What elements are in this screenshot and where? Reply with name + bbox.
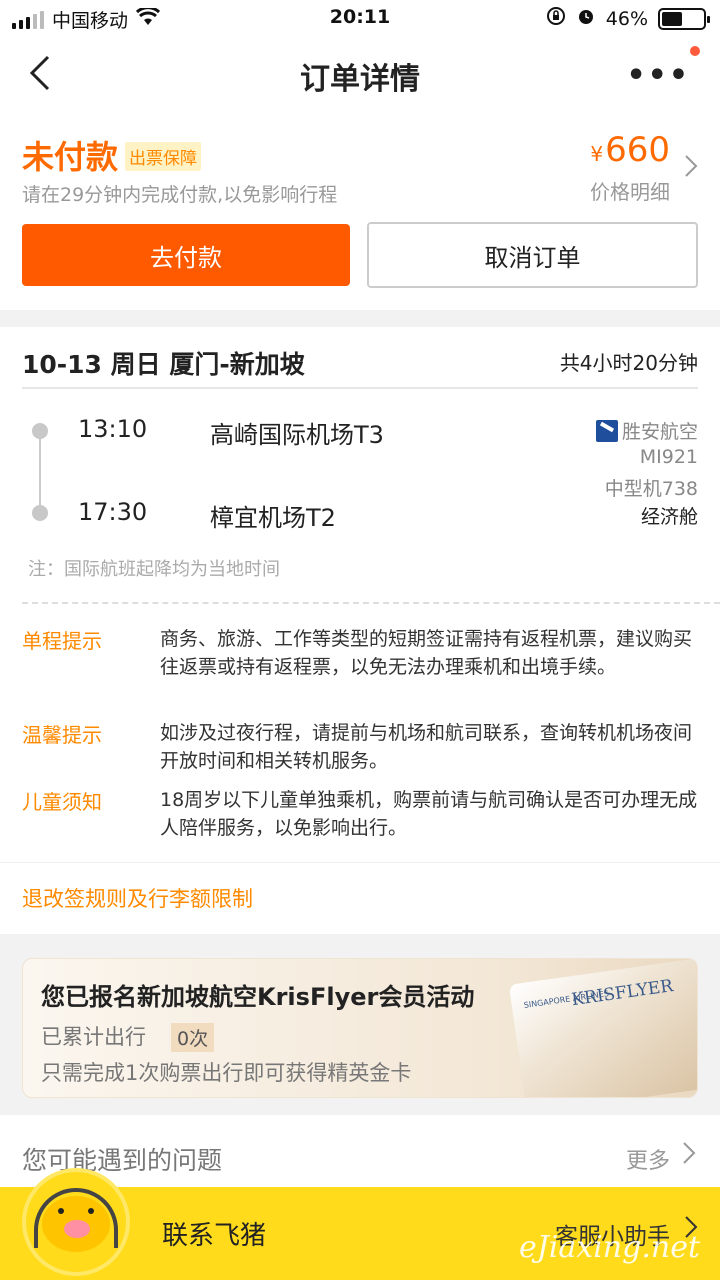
flight-card: 10-13 周日 厦门-新加坡 共4小时20分钟 13:10 高崎国际机场T3 … (0, 327, 720, 862)
tip-label: 温馨提示 (22, 723, 102, 747)
krisflyer-heading: 您已报名新加坡航空KrisFlyer会员活动 (41, 983, 475, 1011)
contact-fliggy-label[interactable]: 联系飞猪 (162, 1215, 266, 1252)
cabin-class: 经济舱 (640, 506, 698, 528)
krisflyer-banner[interactable]: SINGAPORE AIRLINES KRISFLYER 您已报名新加坡航空Kr… (22, 958, 698, 1098)
flight-duration: 共4小时20分钟 (559, 351, 698, 375)
local-time-note: 注：国际航班起降均为当地时间 (28, 559, 280, 580)
krisflyer-card-image: SINGAPORE AIRLINES KRISFLYER (508, 959, 697, 1097)
faq-more-link[interactable]: 更多 (626, 1143, 670, 1175)
tip-text: 18周岁以下儿童单独乘机，购票前请与航司确认是否可办理无成人陪伴服务，以免影响出… (160, 789, 698, 839)
cancel-order-button[interactable]: 取消订单 (367, 222, 698, 288)
dashed-divider (22, 602, 720, 604)
airline-logo-icon (595, 419, 618, 442)
more-icon[interactable]: ••• (626, 58, 690, 93)
battery-icon (658, 7, 710, 30)
arrive-dot (32, 505, 48, 521)
pay-button[interactable]: 去付款 (22, 224, 350, 286)
price-value: 660 (605, 130, 670, 170)
card-brand-text: KRISFLYER (570, 976, 675, 1011)
trips-label: 已累计出行 (41, 1025, 146, 1049)
arrive-airport: 樟宜机场T2 (210, 504, 336, 532)
status-bar: 中国移动 20:11 46% (0, 0, 720, 36)
battery-percent: 46% (605, 7, 648, 30)
faq-title: 您可能遇到的问题 (22, 1146, 223, 1175)
timeline-line (39, 432, 41, 514)
order-price[interactable]: ¥660 (590, 130, 670, 170)
rules-row[interactable]: 退改签规则及行李额限制 (0, 862, 720, 934)
alarm-icon (576, 6, 596, 31)
tip-label: 单程提示 (22, 629, 102, 653)
currency-symbol: ¥ (590, 142, 604, 166)
divider (22, 387, 698, 389)
airline-name: 胜安航空 (621, 421, 698, 443)
payment-section: 未付款 出票保障 请在29分钟内完成付款,以免影响行程 ¥660 价格明细 去付… (0, 110, 720, 310)
tip-label: 儿童须知 (22, 790, 102, 814)
airline: 胜安航空 (595, 417, 698, 444)
depart-airport: 高崎国际机场T3 (210, 421, 384, 449)
trips-count: 0次 (171, 1023, 215, 1052)
payment-hint: 请在29分钟内完成付款,以免影响行程 (22, 184, 338, 206)
order-status: 未付款 (22, 138, 119, 176)
headset-icon (34, 1188, 118, 1248)
tip-text: 如涉及过夜行程，请提前与机场和航司联系，查询转机机场夜间开放时间和相关转机服务。 (160, 722, 693, 772)
notification-dot (690, 46, 700, 56)
flight-number: MI921 (639, 446, 698, 468)
fliggy-pig-avatar-icon[interactable] (22, 1168, 130, 1276)
arrive-time: 17:30 (78, 498, 148, 526)
status-right: 46% (546, 6, 710, 31)
chevron-right-icon[interactable] (684, 154, 698, 185)
price-detail-link[interactable]: 价格明细 (590, 176, 670, 205)
rotation-lock-icon (546, 6, 566, 31)
aircraft-type: 中型机738 (604, 478, 698, 500)
ticket-guarantee-badge: 出票保障 (125, 142, 201, 171)
page-title: 订单详情 (300, 62, 420, 97)
navigation-bar: 订单详情 ••• (0, 36, 720, 110)
chevron-right-icon[interactable] (682, 1141, 696, 1171)
depart-dot (32, 423, 48, 439)
krisflyer-desc: 只需完成1次购票出行即可获得精英金卡 (41, 1061, 412, 1085)
tip-text: 商务、旅游、工作等类型的短期签证需持有返程机票，建议购买往返票或持有返程票，以免… (160, 628, 693, 678)
watermark: eJiaxing.net (519, 1230, 700, 1265)
rules-link[interactable]: 退改签规则及行李额限制 (22, 883, 253, 913)
flight-route: 10-13 周日 厦门-新加坡 (22, 350, 305, 379)
depart-time: 13:10 (78, 415, 148, 443)
